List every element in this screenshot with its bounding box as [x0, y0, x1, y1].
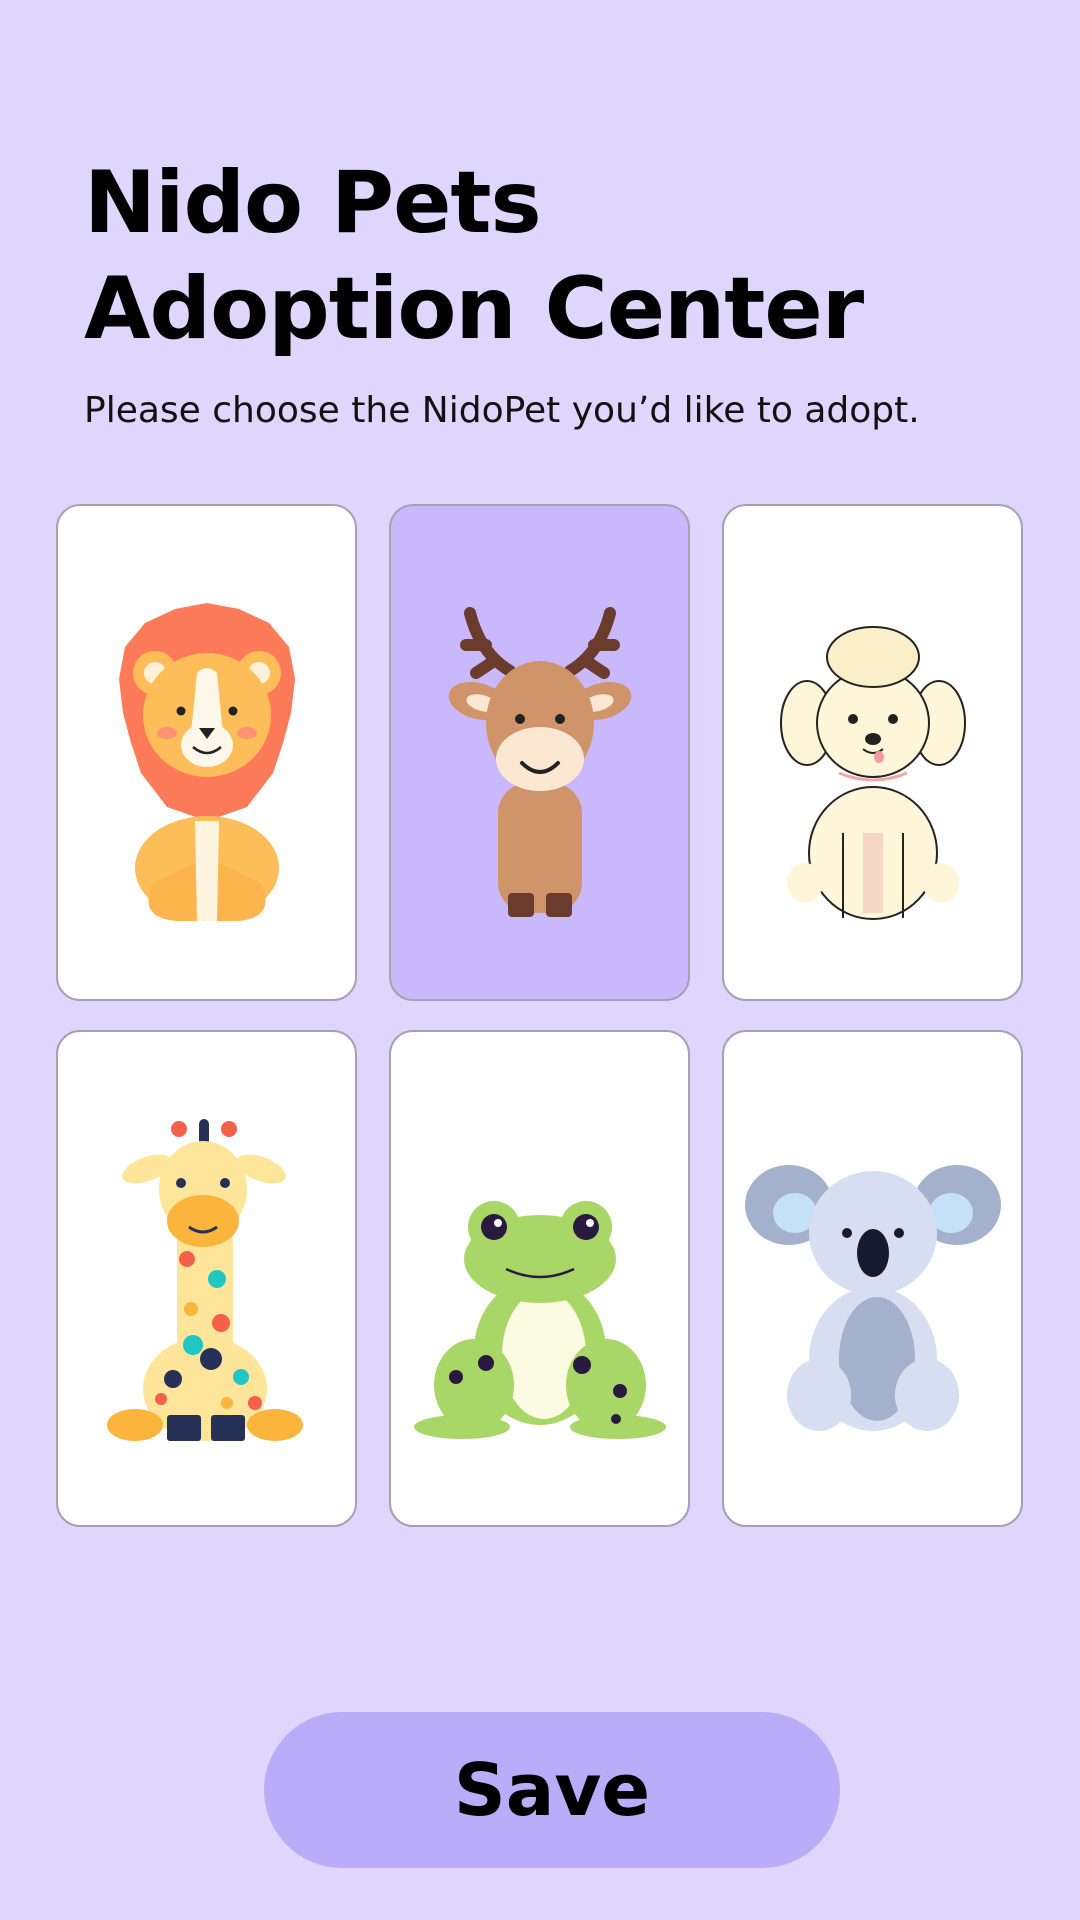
- pet-card-frog[interactable]: [389, 1030, 690, 1527]
- pet-card-giraffe[interactable]: [56, 1030, 357, 1527]
- lion-icon: [118, 602, 295, 921]
- page-title: Nido Pets Adoption Center: [84, 150, 864, 362]
- poodle-icon: [779, 625, 966, 920]
- giraffe-icon: [106, 1118, 303, 1441]
- pet-card-moose[interactable]: [389, 504, 690, 1001]
- koala-icon: [744, 1164, 1001, 1431]
- title-line-1: Nido Pets: [84, 153, 542, 253]
- pet-card-lion[interactable]: [56, 504, 357, 1001]
- pet-card-poodle[interactable]: [722, 504, 1023, 1001]
- frog-icon: [413, 1200, 666, 1439]
- title-line-2: Adoption Center: [84, 259, 864, 359]
- page-subtitle: Please choose the NidoPet you’d like to …: [84, 390, 920, 431]
- save-button[interactable]: Save: [264, 1712, 840, 1868]
- pet-card-koala[interactable]: [722, 1030, 1023, 1527]
- pet-grid: [56, 504, 1024, 1527]
- moose-icon: [448, 606, 631, 917]
